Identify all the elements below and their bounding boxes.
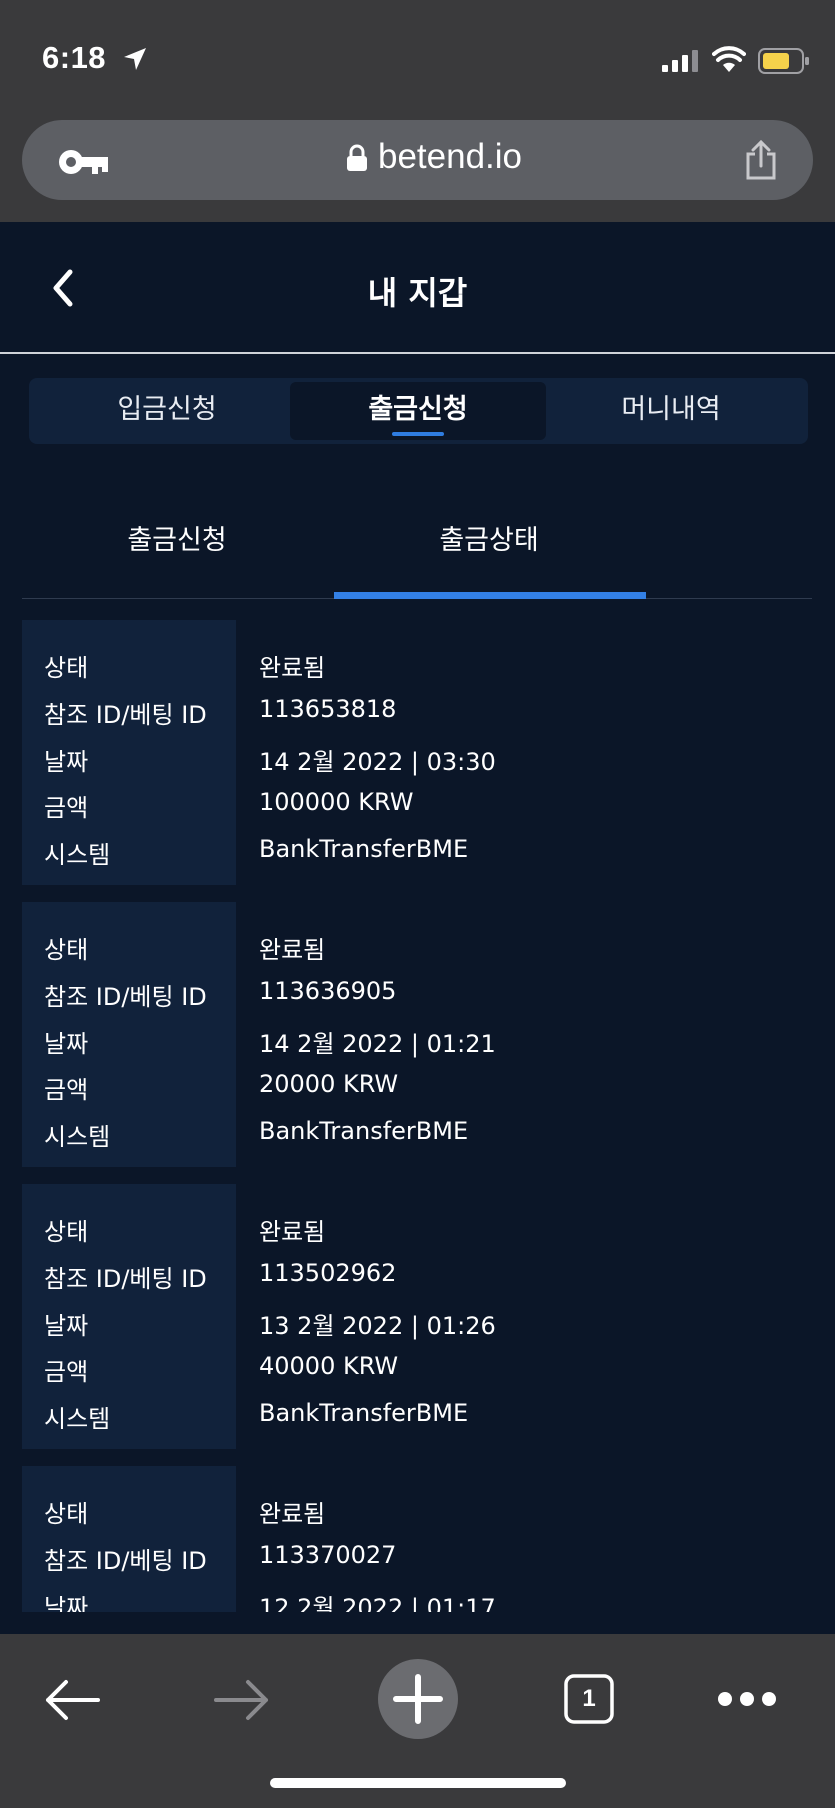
signal-icon	[662, 50, 698, 72]
system-label: 시스템	[44, 841, 111, 869]
url-text[interactable]: betend.io	[378, 137, 522, 177]
system-value: BankTransferBME	[259, 1399, 469, 1427]
share-icon[interactable]	[744, 140, 778, 180]
amount-value: 100000 KRW	[259, 788, 414, 816]
date-label: 날짜	[44, 1594, 89, 1612]
wifi-icon	[712, 46, 746, 72]
lock-icon	[347, 144, 367, 171]
date-value: 12 2월 2022 | 01:17	[259, 1594, 496, 1612]
system-label: 시스템	[44, 1405, 111, 1433]
ref-id-label: 참조 ID/베팅 ID	[44, 1547, 207, 1575]
status-value: 완료됨	[259, 654, 326, 682]
tab-switcher-button[interactable]: 1	[564, 1674, 614, 1724]
tab-count: 1	[582, 1685, 596, 1712]
amount-label: 금액	[44, 1076, 89, 1104]
date-label: 날짜	[44, 1312, 89, 1340]
date-value: 14 2월 2022 | 01:21	[259, 1030, 496, 1058]
more-options-icon[interactable]	[716, 1690, 778, 1708]
forward-arrow-icon[interactable]	[214, 1678, 270, 1722]
home-indicator	[270, 1778, 566, 1788]
segment-withdraw-request[interactable]: 출금신청	[290, 382, 546, 440]
status-label: 상태	[44, 1218, 89, 1246]
system-label: 시스템	[44, 1123, 111, 1151]
tab-withdraw-request[interactable]: 출금신청	[22, 518, 332, 557]
app-header: 내 지갑	[0, 222, 835, 352]
ref-id-label: 참조 ID/베팅 ID	[44, 701, 207, 729]
ref-id-label: 참조 ID/베팅 ID	[44, 1265, 207, 1293]
segment-money-history[interactable]: 머니내역	[543, 382, 799, 440]
status-label: 상태	[44, 654, 89, 682]
status-bar: 6:18	[0, 0, 835, 112]
key-icon[interactable]	[58, 148, 110, 176]
page-title: 내 지갑	[367, 274, 468, 312]
ref-id-value: 113636905	[259, 977, 397, 1005]
subtab-active-indicator	[334, 592, 646, 599]
system-value: BankTransferBME	[259, 1117, 469, 1145]
status-time: 6:18	[42, 40, 107, 75]
address-bar[interactable]: betend.io	[22, 120, 813, 200]
system-value: BankTransferBME	[259, 835, 469, 863]
segment-active-indicator	[392, 432, 444, 436]
new-tab-plus-icon[interactable]	[377, 1658, 459, 1740]
amount-value: 20000 KRW	[259, 1070, 399, 1098]
date-label: 날짜	[44, 748, 89, 776]
status-value: 완료됨	[259, 936, 326, 964]
ref-id-value: 113502962	[259, 1259, 397, 1287]
status-value: 완료됨	[259, 1218, 326, 1246]
withdrawal-record: 상태 참조 ID/베팅 ID 날짜 금액 시스템 완료됨 113636905 1…	[22, 902, 812, 1167]
ref-id-label: 참조 ID/베팅 ID	[44, 983, 207, 1011]
browser-address-area: betend.io	[0, 112, 835, 222]
wallet-segment-control: 입금신청 출금신청 머니내역	[29, 378, 808, 444]
ref-id-value: 113653818	[259, 695, 397, 723]
withdraw-subtabs: 출금신청 출금상태	[22, 490, 812, 600]
segment-deposit-request[interactable]: 입금신청	[39, 382, 295, 440]
date-value: 13 2월 2022 | 01:26	[259, 1312, 496, 1340]
ref-id-value: 113370027	[259, 1541, 397, 1569]
withdrawal-status-list[interactable]: 상태 참조 ID/베팅 ID 날짜 금액 시스템 완료됨 113653818 1…	[22, 620, 812, 1612]
amount-value: 40000 KRW	[259, 1352, 399, 1380]
date-value: 14 2월 2022 | 03:30	[259, 748, 496, 776]
amount-label: 금액	[44, 1358, 89, 1386]
status-label: 상태	[44, 936, 89, 964]
status-label: 상태	[44, 1500, 89, 1528]
tab-withdraw-status[interactable]: 출금상태	[334, 518, 644, 557]
date-label: 날짜	[44, 1030, 89, 1058]
withdrawal-record: 상태 참조 ID/베팅 ID 날짜 금액 시스템 완료됨 113653818 1…	[22, 620, 812, 885]
segment-withdraw-label: 출금신청	[368, 394, 468, 425]
withdrawal-record: 상태 참조 ID/베팅 ID 날짜 금액 시스템 완료됨 113502962 1…	[22, 1184, 812, 1449]
header-divider	[0, 352, 835, 354]
back-arrow-icon[interactable]	[44, 1678, 100, 1722]
amount-label: 금액	[44, 794, 89, 822]
location-arrow-icon	[124, 48, 146, 70]
status-value: 완료됨	[259, 1500, 326, 1528]
withdrawal-record: 상태 참조 ID/베팅 ID 날짜 완료됨 113370027 12 2월 20…	[22, 1466, 812, 1612]
battery-icon	[758, 48, 809, 74]
